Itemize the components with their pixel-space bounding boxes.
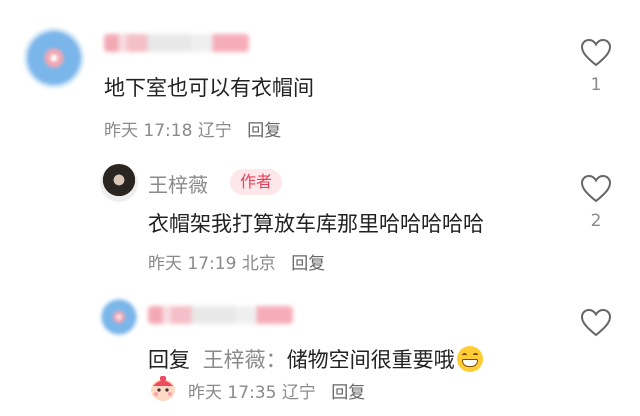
- comment-location: 北京: [241, 254, 276, 274]
- username-blurred[interactable]: [104, 34, 249, 52]
- comment-time: 昨天 17:35: [188, 383, 277, 403]
- like-button[interactable]: [578, 308, 614, 338]
- reply-button[interactable]: 回复: [291, 254, 325, 274]
- comment-1: 地下室也可以有衣帽间 昨天 17:18 辽宁 回复 1: [0, 0, 640, 150]
- reply-text: 储物空间很重要哦: [286, 348, 455, 372]
- reply-target-username[interactable]: 王梓薇：: [203, 348, 287, 372]
- like-button[interactable]: 1: [578, 38, 614, 94]
- comment-2: 王梓薇 作者 衣帽架我打算放车库那里哈哈哈哈哈 昨天 17:19 北京 回复 2: [0, 150, 640, 280]
- comment-text: 回复 王梓薇：储物空间很重要哦: [148, 344, 483, 374]
- cartoon-badge-icon: [151, 376, 175, 401]
- comment-time: 昨天 17:18: [104, 121, 193, 141]
- like-button[interactable]: 2: [578, 174, 614, 230]
- comment-meta: 昨天 17:35 辽宁 回复: [188, 378, 365, 403]
- comment-time: 昨天 17:19: [148, 254, 237, 274]
- comment-location: 辽宁: [281, 383, 316, 403]
- avatar[interactable]: [24, 28, 84, 88]
- reply-prefix: 回复: [148, 348, 190, 372]
- grinning-face-emoji: [456, 346, 483, 372]
- reply-button[interactable]: 回复: [331, 383, 365, 403]
- like-count: 2: [590, 211, 602, 231]
- comment-location: 辽宁: [197, 121, 232, 141]
- avatar[interactable]: [100, 298, 138, 336]
- heart-outline-icon: [580, 38, 612, 67]
- reply-button[interactable]: 回复: [247, 121, 281, 141]
- comment-3: 回复 王梓薇：储物空间很重要哦 昨天 17:35 辽宁 回复: [0, 280, 640, 416]
- username[interactable]: 王梓薇: [148, 169, 208, 198]
- author-badge: 作者: [230, 169, 283, 195]
- heart-outline-icon: [580, 174, 612, 203]
- heart-outline-icon: [580, 308, 612, 337]
- comment-text: 地下室也可以有衣帽间: [104, 76, 314, 100]
- comment-meta: 昨天 17:19 北京 回复: [148, 249, 325, 274]
- like-count: 1: [590, 75, 602, 95]
- avatar[interactable]: [100, 164, 138, 202]
- username-blurred[interactable]: [148, 306, 293, 324]
- comment-text: 衣帽架我打算放车库那里哈哈哈哈哈: [148, 212, 484, 236]
- comment-meta: 昨天 17:18 辽宁 回复: [104, 116, 281, 141]
